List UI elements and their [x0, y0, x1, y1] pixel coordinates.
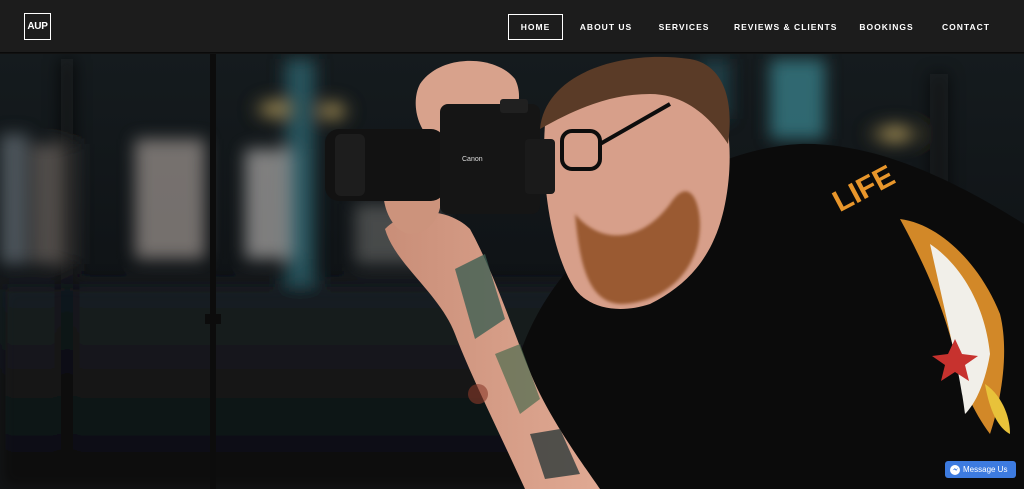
hero-image: Canon LIFE: [0, 54, 1024, 489]
nav-item-bookings[interactable]: BOOKINGS: [857, 14, 916, 40]
hero-illustration: Canon LIFE: [0, 54, 1024, 489]
messenger-label: Message Us: [963, 465, 1008, 474]
nav-item-reviews-clients[interactable]: REVIEWS & CLIENTS: [734, 14, 836, 40]
messenger-button[interactable]: Message Us: [945, 461, 1016, 478]
camera: Canon: [325, 99, 555, 214]
nav-item-contact[interactable]: CONTACT: [939, 14, 993, 40]
messenger-icon: [950, 464, 960, 475]
main-nav: HOME ABOUT US SERVICES REVIEWS & CLIENTS…: [0, 14, 1024, 40]
site-header: AUP HOME ABOUT US SERVICES REVIEWS & CLI…: [0, 0, 1024, 53]
nav-item-home[interactable]: HOME: [508, 14, 563, 40]
nav-item-about-us[interactable]: ABOUT US: [577, 14, 635, 40]
nav-item-services[interactable]: SERVICES: [657, 14, 711, 40]
camera-brand-text: Canon: [462, 156, 483, 163]
